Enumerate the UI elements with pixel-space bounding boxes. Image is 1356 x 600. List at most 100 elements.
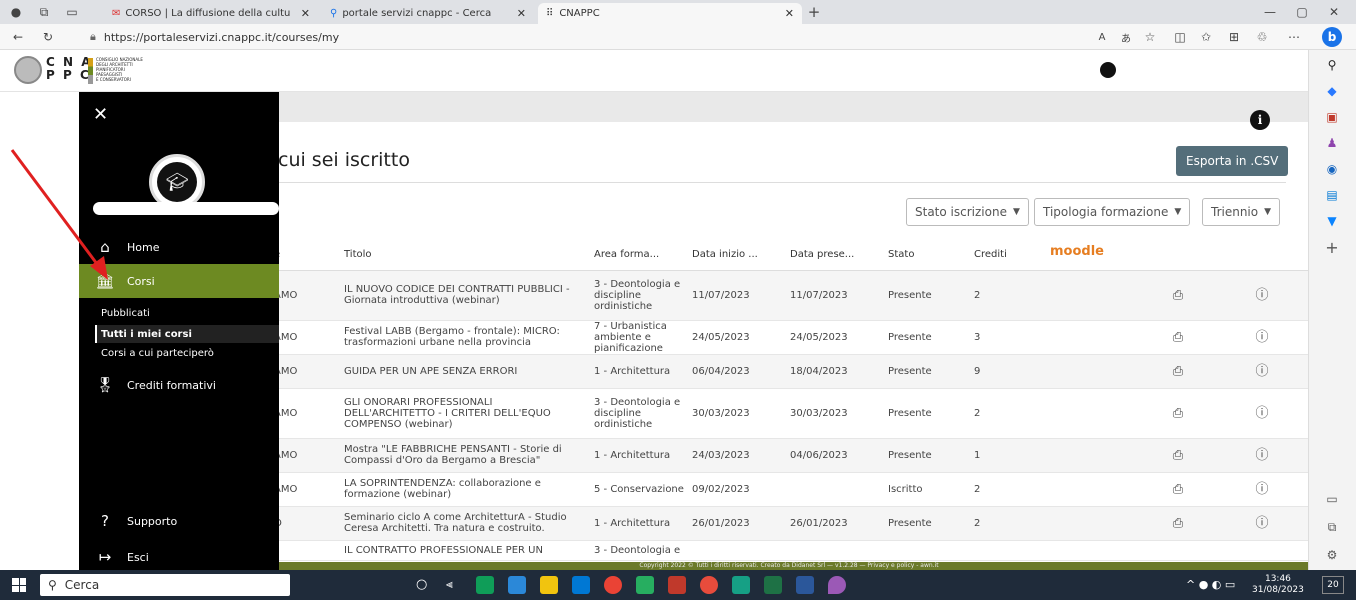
details-info-icon[interactable]: ⓘ	[1216, 506, 1308, 541]
windows-start-icon[interactable]	[12, 578, 26, 592]
pdf-icon[interactable]: ⎙	[1140, 506, 1216, 541]
back-icon[interactable]: ←	[10, 29, 26, 45]
sidebar-sub-tutti[interactable]: Tutti i miei corsi	[95, 325, 279, 343]
chrome-app-icon[interactable]	[604, 576, 622, 594]
pdf-icon[interactable]: ⎙	[1140, 438, 1216, 473]
user-account-icon[interactable]	[1100, 62, 1116, 78]
sidebar-item-esci[interactable]: ↦ Esci	[79, 540, 279, 574]
favorites-icon[interactable]: ✩	[1198, 29, 1214, 45]
table-row[interactable]: AMO Festival LABB (Bergamo - frontale): M…	[270, 320, 1308, 355]
export-csv-button[interactable]: Esporta in .CSV	[1176, 146, 1289, 176]
col-title[interactable]: Titolo	[340, 240, 590, 271]
sidebar-sub-pubblicati[interactable]: Pubblicati	[101, 304, 150, 322]
pdf-icon[interactable]	[1140, 540, 1216, 561]
explorer-app-icon[interactable]	[540, 576, 558, 594]
table-row[interactable]: AMO Mostra "LE FABBRICHE PENSANTI - Stori…	[270, 438, 1308, 473]
profile-icon[interactable]: ●	[8, 4, 24, 20]
filter-tipologia-button[interactable]: Tipologia formazione ▼	[1034, 198, 1191, 226]
table-row[interactable]: AMO GLI ONORARI PROFESSIONALI DELL'ARCHIT…	[270, 388, 1308, 439]
minimize-icon[interactable]: —	[1262, 4, 1278, 20]
col-start[interactable]: Data inizio ...	[688, 240, 786, 271]
filter-stato-button[interactable]: Stato iscrizione ▼	[906, 198, 1029, 226]
task-view-icon[interactable]: ○	[416, 577, 427, 592]
clock[interactable]: 13:46 31/08/2023	[1252, 574, 1304, 596]
outlook-app-icon[interactable]	[572, 576, 590, 594]
drop-icon[interactable]: ▼	[1323, 212, 1341, 230]
details-info-icon[interactable]: ⓘ	[1216, 354, 1308, 389]
sidebar-toggle-icon[interactable]: ▭	[1323, 490, 1341, 508]
restore-icon[interactable]: ▢	[1294, 4, 1310, 20]
notifications-icon[interactable]: 20	[1322, 576, 1344, 594]
search-icon[interactable]: ⚲	[1323, 56, 1341, 74]
pdf-icon[interactable]: ⎙	[1140, 354, 1216, 389]
close-icon[interactable]: ✕	[93, 104, 108, 125]
tab-cnappc[interactable]: ⠿ CNAPPC ✕	[538, 3, 802, 24]
details-info-icon[interactable]: ⓘ	[1216, 320, 1308, 355]
table-row[interactable]: AMO GUIDA PER UN APE SENZA ERRORI 1 - Arch…	[270, 354, 1308, 389]
tray-icons[interactable]: ^ ● ◐ ▭	[1186, 578, 1235, 591]
table-row[interactable]: IL CONTRATTO PROFESSIONALE PER UN 3 - Deo…	[270, 540, 1308, 561]
details-info-icon[interactable]: ⓘ	[1216, 388, 1308, 439]
outlook-icon[interactable]: ▤	[1323, 186, 1341, 204]
more-icon[interactable]: ⋯	[1286, 29, 1302, 45]
table-row[interactable]: AMO LA SOPRINTENDENZA: collaborazione e f…	[270, 472, 1308, 507]
sidebar-item-supporto[interactable]: ? Supporto	[79, 504, 279, 538]
mail-app-icon[interactable]	[508, 576, 526, 594]
details-info-icon[interactable]: ⓘ	[1216, 472, 1308, 507]
tab-corso[interactable]: ✉ CORSO | La diffusione della cultu ✕	[104, 3, 318, 24]
settings-icon[interactable]: ⚙	[1323, 546, 1341, 564]
details-info-icon[interactable]: ⓘ	[1216, 438, 1308, 473]
acrobat-app-icon[interactable]	[668, 576, 686, 594]
tab-actions-icon[interactable]: ▭	[64, 4, 80, 20]
pdf-icon[interactable]: ⎙	[1140, 270, 1216, 321]
maps-app-icon[interactable]	[732, 576, 750, 594]
col-credits[interactable]: Crediti	[970, 240, 1140, 271]
url-field[interactable]: 🔒︎ https://portaleservizi.cnappc.it/cour…	[90, 27, 1090, 47]
col-status[interactable]: Stato	[884, 240, 970, 271]
edge-app-icon[interactable]	[476, 576, 494, 594]
office-icon[interactable]: ◉	[1323, 160, 1341, 178]
refresh-icon[interactable]: ↻	[40, 29, 56, 45]
taskbar-search[interactable]: ⚲ Cerca	[40, 574, 290, 596]
site-favicon-icon: ⠿	[546, 8, 554, 19]
pdf-icon[interactable]: ⎙	[1140, 320, 1216, 355]
info-icon[interactable]: i	[1250, 110, 1270, 130]
table-row[interactable]: OSeminario ciclo A come ArchitetturA - S…	[270, 506, 1308, 541]
people-icon[interactable]: ♟	[1323, 134, 1341, 152]
close-window-icon[interactable]: ✕	[1326, 4, 1342, 20]
add-icon[interactable]: +	[1323, 238, 1341, 257]
tag-icon[interactable]: ◆	[1323, 82, 1341, 100]
details-info-icon[interactable]: ⓘ	[1216, 270, 1308, 321]
details-info-icon[interactable]	[1216, 540, 1308, 561]
sidebar-item-crediti[interactable]: 🎖︎ Crediti formativi	[79, 368, 279, 402]
col-area[interactable]: Area forma...	[590, 240, 688, 271]
translate-icon[interactable]: あ	[1118, 29, 1134, 45]
external-icon[interactable]: ⧉	[1323, 518, 1341, 536]
extensions-icon[interactable]: ♲	[1254, 29, 1270, 45]
collections-icon[interactable]: ⧉	[36, 4, 52, 20]
col-presence[interactable]: Data prese...	[786, 240, 884, 271]
bing-icon[interactable]: b	[1322, 27, 1342, 47]
photos-app-icon[interactable]	[636, 576, 654, 594]
widgets-icon[interactable]: ⫷	[446, 577, 453, 592]
tab-search[interactable]: ⚲ portale servizi cnappc - Cerca ✕	[322, 3, 534, 24]
collections-icon[interactable]: ⊞	[1226, 29, 1242, 45]
pdf-icon[interactable]: ⎙	[1140, 472, 1216, 507]
chrome2-app-icon[interactable]	[700, 576, 718, 594]
split-screen-icon[interactable]: ◫	[1172, 29, 1188, 45]
close-tab-icon[interactable]: ✕	[511, 7, 526, 20]
close-tab-icon[interactable]: ✕	[779, 7, 794, 20]
briefcase-icon[interactable]: ▣	[1323, 108, 1341, 126]
word-app-icon[interactable]	[796, 576, 814, 594]
filter-triennio-button[interactable]: Triennio ▼	[1202, 198, 1281, 226]
sidebar-sub-partecipero[interactable]: Corsi a cui parteciperò	[101, 344, 214, 362]
close-tab-icon[interactable]: ✕	[295, 7, 310, 20]
paint-app-icon[interactable]	[828, 576, 846, 594]
new-tab-icon[interactable]: +	[806, 3, 822, 21]
table-row[interactable]: AMO IL NUOVO CODICE DEI CONTRATTI PUBBLIC…	[270, 270, 1308, 321]
read-aloud-icon[interactable]: A	[1094, 29, 1110, 45]
excel-app-icon[interactable]	[764, 576, 782, 594]
col-org[interactable]: e	[270, 240, 340, 271]
favorite-star-icon[interactable]: ☆	[1142, 29, 1158, 45]
pdf-icon[interactable]: ⎙	[1140, 388, 1216, 439]
